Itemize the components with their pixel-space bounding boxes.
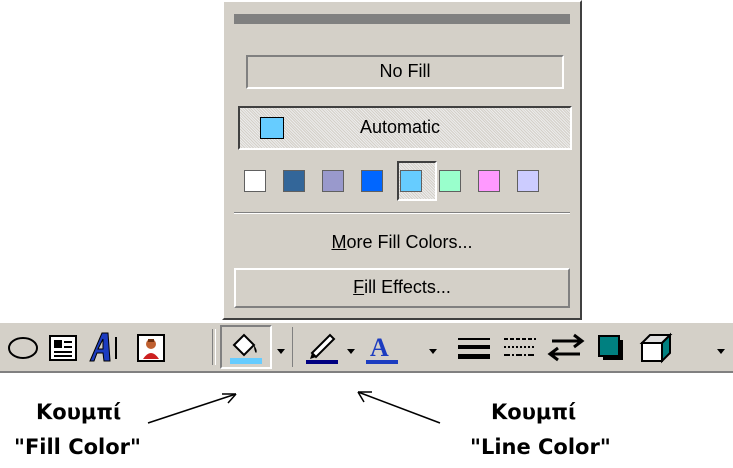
line-color-caption-line2: "Line Color" bbox=[470, 435, 611, 459]
line-color-caption-line1: Κουμπί bbox=[491, 400, 577, 424]
fill-color-callout-arrow-icon bbox=[147, 393, 237, 424]
fill-color-caption-line1: Κουμπί bbox=[36, 400, 122, 424]
annotation-arrows bbox=[147, 391, 441, 424]
fill-color-caption-line2: "Fill Color" bbox=[14, 435, 141, 459]
line-color-callout-arrow-icon bbox=[357, 391, 441, 424]
